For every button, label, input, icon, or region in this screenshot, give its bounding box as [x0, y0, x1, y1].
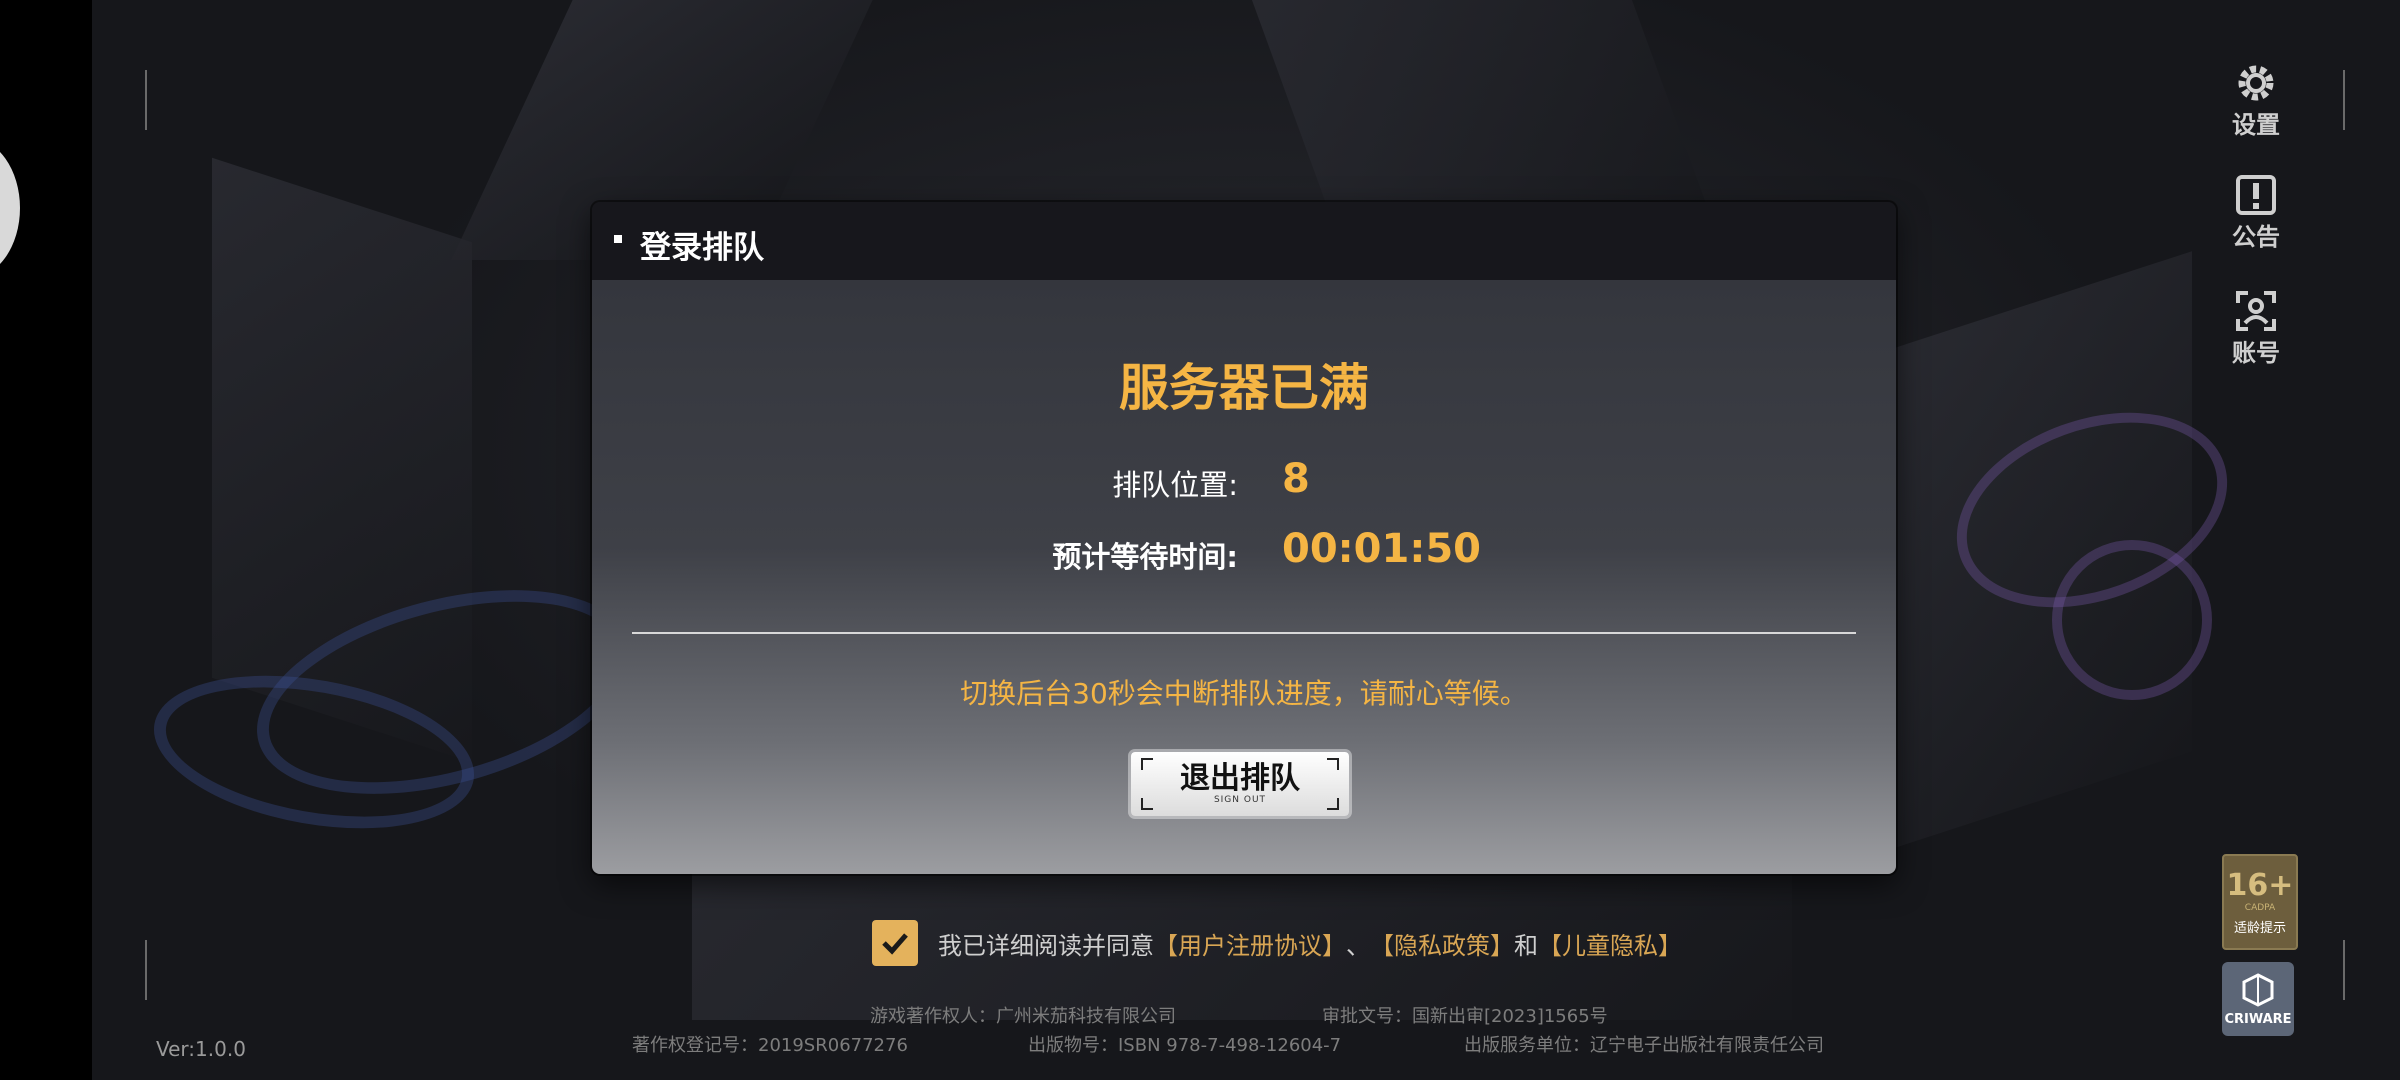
dialog-title: 登录排队 [640, 230, 764, 266]
agreement-row: 我已详细阅读并同意 【用户注册协议】 、 【隐私政策】 和 【儿童隐私】 [872, 920, 1682, 966]
login-queue-dialog: 登录排队 服务器已满 排队位置: 8 预计等待时间: 00:01:50 切换后台… [592, 202, 1896, 874]
age-rating-tip: 适龄提示 [2233, 921, 2286, 936]
frame-line-right-bottom [2343, 940, 2345, 1000]
publisher: 出版服务单位：辽宁电子出版社有限责任公司 [1464, 1035, 1824, 1056]
account-label: 账号 [2232, 338, 2280, 367]
age-rating-org: CADPA [2244, 903, 2276, 913]
title-bullet [614, 235, 622, 243]
wait-time-label: 预计等待时间: [1052, 540, 1238, 574]
dialog-body: 服务器已满 排队位置: 8 预计等待时间: 00:01:50 切换后台30秒会中… [592, 280, 1896, 874]
dialog-header: 登录排队 [592, 202, 1896, 280]
notice-label: 公告 [2232, 222, 2280, 251]
alert-icon [2234, 173, 2278, 217]
exit-queue-sublabel: SIGN OUT [1213, 795, 1267, 805]
publication-number: 出版物号：ISBN 978-7-498-12604-7 [1028, 1035, 1342, 1056]
agreement-separator: 、 [1346, 931, 1370, 960]
queue-position-value: 8 [1282, 456, 1310, 502]
exit-queue-label: 退出排队 [1180, 761, 1300, 796]
copyright-owner: 游戏著作权人：广州米茄科技有限公司 [870, 1006, 1176, 1027]
registration-number: 著作权登记号：2019SR0677276 [632, 1035, 908, 1056]
age-rating-badge[interactable]: 16+ CADPA 适龄提示 [2222, 854, 2298, 950]
background-notice: 切换后台30秒会中断排队进度，请耐心等候。 [960, 677, 1528, 710]
criware-logo: CRIWARE [2222, 962, 2294, 1036]
version-label: Ver:1.0.0 [156, 1037, 246, 1061]
frame-line-right [2343, 70, 2345, 130]
approval-number: 审批文号：国新出审[2023]1565号 [1322, 1006, 1608, 1027]
frame-line-left [145, 70, 147, 130]
account-button[interactable]: 账号 [2220, 289, 2292, 367]
terms-link[interactable]: 【用户注册协议】 [1154, 926, 1346, 961]
privacy-link[interactable]: 【隐私政策】 [1370, 926, 1514, 961]
age-rating: 16+ [2226, 868, 2294, 903]
checkmark-icon [882, 933, 908, 955]
agreement-and: 和 [1514, 931, 1538, 960]
criware-label: CRIWARE [2224, 1011, 2292, 1027]
server-status: 服务器已满 [1119, 359, 1369, 417]
settings-label: 设置 [2232, 110, 2280, 139]
exit-queue-button[interactable]: 退出排队 SIGN OUT [1131, 752, 1349, 816]
settings-button[interactable]: 设置 [2220, 61, 2292, 139]
notice-button[interactable]: 公告 [2220, 173, 2292, 251]
agreement-prefix: 我已详细阅读并同意 [938, 931, 1154, 960]
child-privacy-link[interactable]: 【儿童隐私】 [1538, 926, 1682, 961]
gear-icon [2234, 61, 2278, 105]
criware-icon [2242, 972, 2274, 1007]
frame-line-left-bottom [145, 940, 147, 1000]
divider [632, 632, 1856, 634]
account-icon [2234, 289, 2278, 333]
wait-time-value: 00:01:50 [1282, 526, 1481, 572]
left-black-bar [0, 0, 92, 1080]
agreement-checkbox[interactable] [872, 920, 918, 966]
queue-position-label: 排队位置: [1112, 468, 1238, 502]
